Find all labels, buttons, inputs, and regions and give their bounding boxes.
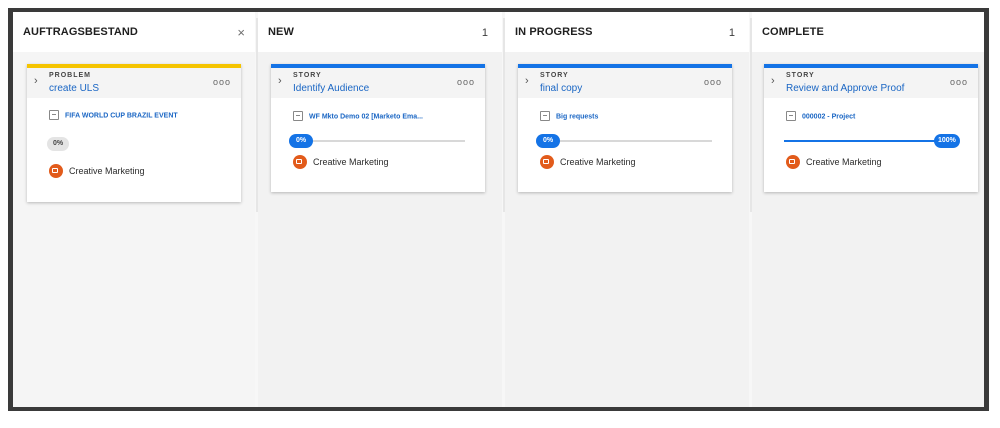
card-project: WF Mkto Demo 02 [Marketo Ema... [293, 108, 423, 121]
column-header: COMPLETE [752, 12, 984, 52]
kanban-board: AUFTRAGSBESTAND × › PROBLEM create ULS o… [13, 12, 984, 407]
chevron-right-icon[interactable]: › [771, 75, 775, 87]
column-title: IN PROGRESS [515, 26, 593, 38]
column-title: NEW [268, 26, 294, 38]
project-link[interactable]: WF Mkto Demo 02 [Marketo Ema... [309, 113, 423, 120]
kanban-frame: AUFTRAGSBESTAND × › PROBLEM create ULS o… [8, 8, 989, 411]
card-type: PROBLEM [49, 72, 91, 79]
progress-fill [784, 140, 956, 142]
card-project: 000002 - Project [786, 108, 855, 121]
card-title-link[interactable]: create ULS [49, 83, 99, 94]
team-icon [293, 154, 307, 169]
card-team: Creative Marketing [293, 153, 389, 169]
progress-badge: 0% [536, 134, 560, 148]
work-card[interactable]: › STORY final copy ooo Big requests 0% C… [518, 64, 732, 192]
column-title: COMPLETE [762, 26, 824, 38]
card-header: › STORY final copy ooo [518, 68, 732, 98]
team-name: Creative Marketing [560, 156, 636, 167]
team-name: Creative Marketing [69, 165, 145, 176]
card-title-link[interactable]: final copy [540, 83, 582, 94]
card-header: › STORY Identify Audience ooo [271, 68, 485, 98]
team-name: Creative Marketing [313, 156, 389, 167]
project-icon [293, 110, 303, 121]
card-project: FIFA WORLD CUP BRAZIL EVENT [49, 107, 178, 120]
team-icon [786, 154, 800, 169]
progress-badge: 0% [289, 134, 313, 148]
column-header: NEW 1 [258, 12, 502, 52]
card-team: Creative Marketing [49, 162, 145, 178]
team-icon [540, 154, 554, 169]
work-card[interactable]: › PROBLEM create ULS ooo FIFA WORLD CUP … [27, 64, 241, 202]
card-type: STORY [540, 72, 569, 79]
project-link[interactable]: Big requests [556, 113, 598, 120]
more-options-icon[interactable]: ooo [704, 77, 722, 87]
team-icon [49, 163, 63, 178]
project-link[interactable]: FIFA WORLD CUP BRAZIL EVENT [65, 112, 178, 119]
more-options-icon[interactable]: ooo [950, 77, 968, 87]
more-options-icon[interactable]: ooo [213, 77, 231, 87]
work-card[interactable]: › STORY Review and Approve Proof ooo 000… [764, 64, 978, 192]
more-options-icon[interactable]: ooo [457, 77, 475, 87]
chevron-right-icon[interactable]: › [278, 75, 282, 87]
column-title: AUFTRAGSBESTAND [23, 26, 138, 38]
chevron-right-icon[interactable]: › [34, 75, 38, 87]
progress-track [784, 140, 956, 142]
work-card[interactable]: › STORY Identify Audience ooo WF Mkto De… [271, 64, 485, 192]
project-icon [540, 110, 550, 121]
project-icon [49, 109, 59, 120]
progress-badge: 0% [47, 137, 69, 151]
column-complete: COMPLETE › STORY Review and Approve Proo… [752, 12, 984, 407]
card-team: Creative Marketing [540, 153, 636, 169]
column-count: 1 [481, 27, 488, 39]
project-icon [786, 110, 796, 121]
progress-track [540, 140, 712, 142]
card-title-link[interactable]: Review and Approve Proof [786, 83, 904, 94]
column-header: AUFTRAGSBESTAND × [13, 12, 255, 52]
column-new: NEW 1 › STORY Identify Audience ooo WF M… [258, 12, 502, 407]
team-name: Creative Marketing [806, 156, 882, 167]
column-in-progress: IN PROGRESS 1 › STORY final copy ooo Big… [505, 12, 749, 407]
card-title-link[interactable]: Identify Audience [293, 83, 369, 94]
card-header: › STORY Review and Approve Proof ooo [764, 68, 978, 98]
card-type: STORY [786, 72, 815, 79]
card-team: Creative Marketing [786, 153, 882, 169]
project-link[interactable]: 000002 - Project [802, 113, 855, 120]
card-type: STORY [293, 72, 322, 79]
column-header: IN PROGRESS 1 [505, 12, 749, 52]
progress-track [293, 140, 465, 142]
chevron-right-icon[interactable]: › [525, 75, 529, 87]
column-backlog: AUFTRAGSBESTAND × › PROBLEM create ULS o… [13, 12, 255, 407]
close-icon[interactable]: × [237, 25, 245, 40]
progress-badge: 100% [934, 134, 960, 148]
card-header: › PROBLEM create ULS ooo [27, 68, 241, 98]
card-project: Big requests [540, 108, 598, 121]
column-count: 1 [728, 27, 735, 39]
